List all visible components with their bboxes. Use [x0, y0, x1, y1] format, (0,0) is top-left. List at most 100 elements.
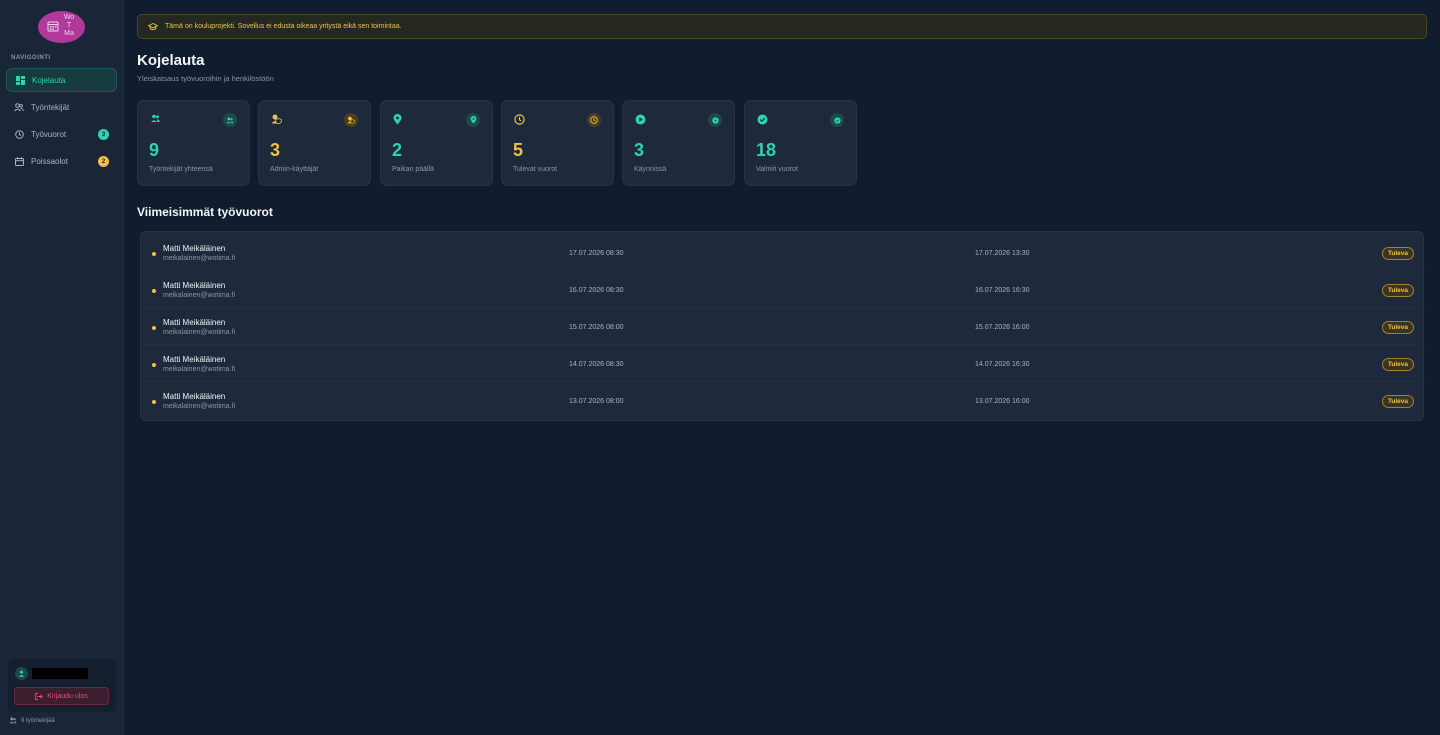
recent-shifts-list: Matti Meikäläinen meikalainen@wotima.fi …	[140, 231, 1425, 421]
logout-icon	[35, 692, 44, 700]
employee-name: Matti Meikäläinen	[163, 392, 226, 401]
employee-count-label: 9 työntekijää	[21, 717, 55, 724]
sidebar-item-label: Poissaolot	[31, 156, 68, 166]
logo-text: Wo T Ma	[63, 14, 75, 37]
sidebar-item-label: Työvuorot	[31, 129, 67, 139]
shifts-count-badge: 3	[98, 129, 109, 140]
sidebar-item-label: Kojelauta	[32, 75, 66, 85]
stat-card-admins[interactable]: 3 Admin-käyttäjät	[258, 100, 371, 186]
users-icon	[14, 102, 24, 112]
check-circle-icon	[757, 114, 768, 125]
sidebar-item-poissaolot[interactable]: Poissaolot 2	[6, 149, 117, 173]
notice-text: Tämä on kouluprojekti. Sovellus ei edust…	[165, 23, 402, 30]
list-item[interactable]: Matti Meikäläinen meikalainen@wotima.fi …	[141, 308, 1425, 345]
stat-label: Käynnissä	[634, 166, 667, 173]
shift-end: 13.07.2026 16:00	[975, 398, 1030, 405]
play-icon	[708, 113, 722, 127]
clock-icon	[14, 129, 24, 139]
shift-start: 13.07.2026 08:00	[569, 398, 624, 405]
stat-label: Valmiit vuorot	[756, 166, 798, 173]
users-icon	[150, 114, 161, 125]
status-dot	[152, 363, 156, 367]
stat-label: Tulevat vuorot	[513, 166, 558, 173]
shift-start: 14.07.2026 08:30	[569, 361, 624, 368]
page-title: Kojelauta	[137, 52, 205, 69]
employee-email: meikalainen@wotima.fi	[163, 255, 236, 262]
clock-icon	[514, 114, 525, 125]
calendar-icon	[14, 156, 24, 166]
shift-start: 17.07.2026 08:30	[569, 250, 624, 257]
app-logo[interactable]: Wo T Ma	[38, 11, 85, 43]
map-pin-icon	[466, 113, 480, 127]
sidebar-item-label: Työntekijät	[31, 102, 70, 112]
stat-card-employees[interactable]: 9 Työntekijät yhteensä	[137, 100, 250, 186]
shift-end: 15.07.2026 16:00	[975, 324, 1030, 331]
shift-end: 16.07.2026 16:30	[975, 287, 1030, 294]
employee-name: Matti Meikäläinen	[163, 244, 226, 253]
user-name-redacted	[32, 668, 88, 679]
employee-name: Matti Meikäläinen	[163, 281, 226, 290]
status-dot	[152, 400, 156, 404]
user-icon	[18, 670, 25, 677]
absences-count-badge: 2	[98, 156, 109, 167]
stat-card-on-site[interactable]: 2 Paikan päällä	[380, 100, 493, 186]
school-project-notice: Tämä on kouluprojekti. Sovellus ei edust…	[137, 14, 1427, 39]
employee-email: meikalainen@wotima.fi	[163, 292, 236, 299]
list-item[interactable]: Matti Meikäläinen meikalainen@wotima.fi …	[141, 271, 1425, 308]
nav-heading: NAVIGOINTI	[11, 55, 51, 61]
avatar	[15, 667, 28, 680]
stat-value: 9	[149, 140, 160, 160]
page-subtitle: Yleiskatsaus työvuoroihin ja henkilöstöö…	[137, 74, 274, 83]
play-icon	[635, 114, 646, 125]
sidebar-item-kojelauta[interactable]: Kojelauta	[6, 68, 117, 92]
list-item[interactable]: Matti Meikäläinen meikalainen@wotima.fi …	[141, 382, 1425, 419]
employee-count: 9 työntekijää	[9, 717, 55, 724]
stat-label: Työntekijät yhteensä	[149, 166, 213, 173]
clock-icon	[587, 113, 601, 127]
users-icon	[223, 113, 237, 127]
shift-start: 15.07.2026 08:00	[569, 324, 624, 331]
logout-label: Kirjaudu ulos	[47, 692, 88, 700]
stat-value: 5	[513, 140, 524, 160]
status-badge: Tuleva	[1381, 284, 1414, 297]
stat-label: Paikan päällä	[392, 166, 435, 173]
stat-card-in-progress[interactable]: 3 Käynnissä	[622, 100, 735, 186]
stat-label: Admin-käyttäjät	[270, 166, 319, 173]
stat-value: 18	[756, 140, 777, 160]
list-item[interactable]: Matti Meikäläinen meikalainen@wotima.fi …	[141, 345, 1425, 382]
sidebar-item-tyontekijat[interactable]: Työntekijät	[6, 95, 117, 119]
shift-end: 17.07.2026 13:30	[975, 250, 1030, 257]
stat-value: 3	[270, 140, 281, 160]
user-panel: Kirjaudu ulos	[8, 659, 116, 712]
employee-name: Matti Meikäläinen	[163, 318, 226, 327]
dashboard-icon	[15, 75, 25, 85]
status-badge: Tuleva	[1381, 395, 1414, 408]
status-badge: Tuleva	[1381, 321, 1414, 334]
status-badge: Tuleva	[1381, 358, 1414, 371]
employee-name: Matti Meikäläinen	[163, 355, 226, 364]
sidebar-item-tyovuorot[interactable]: Työvuorot 3	[6, 122, 117, 146]
shift-start: 16.07.2026 08:30	[569, 287, 624, 294]
sidebar: Wo T Ma NAVIGOINTI Kojelauta Työntekijät…	[0, 0, 124, 735]
users-icon	[9, 717, 17, 724]
stat-card-upcoming[interactable]: 5 Tulevat vuorot	[501, 100, 614, 186]
status-dot	[152, 326, 156, 330]
logout-button[interactable]: Kirjaudu ulos	[14, 687, 109, 705]
status-dot	[152, 289, 156, 293]
stat-value: 2	[392, 140, 403, 160]
employee-email: meikalainen@wotima.fi	[163, 329, 236, 336]
employee-email: meikalainen@wotima.fi	[163, 403, 236, 410]
status-badge: Tuleva	[1381, 247, 1414, 260]
graduation-cap-icon	[148, 22, 158, 31]
map-pin-icon	[393, 114, 404, 125]
shield-user-icon	[344, 113, 358, 127]
list-item[interactable]: Matti Meikäläinen meikalainen@wotima.fi …	[141, 234, 1425, 271]
stat-card-completed[interactable]: 18 Valmiit vuorot	[744, 100, 857, 186]
employee-email: meikalainen@wotima.fi	[163, 366, 236, 373]
status-dot	[152, 252, 156, 256]
stat-value: 3	[634, 140, 645, 160]
shift-end: 14.07.2026 16:30	[975, 361, 1030, 368]
calendar-logo-icon	[47, 21, 59, 32]
shield-user-icon	[271, 114, 282, 125]
check-circle-icon	[830, 113, 844, 127]
